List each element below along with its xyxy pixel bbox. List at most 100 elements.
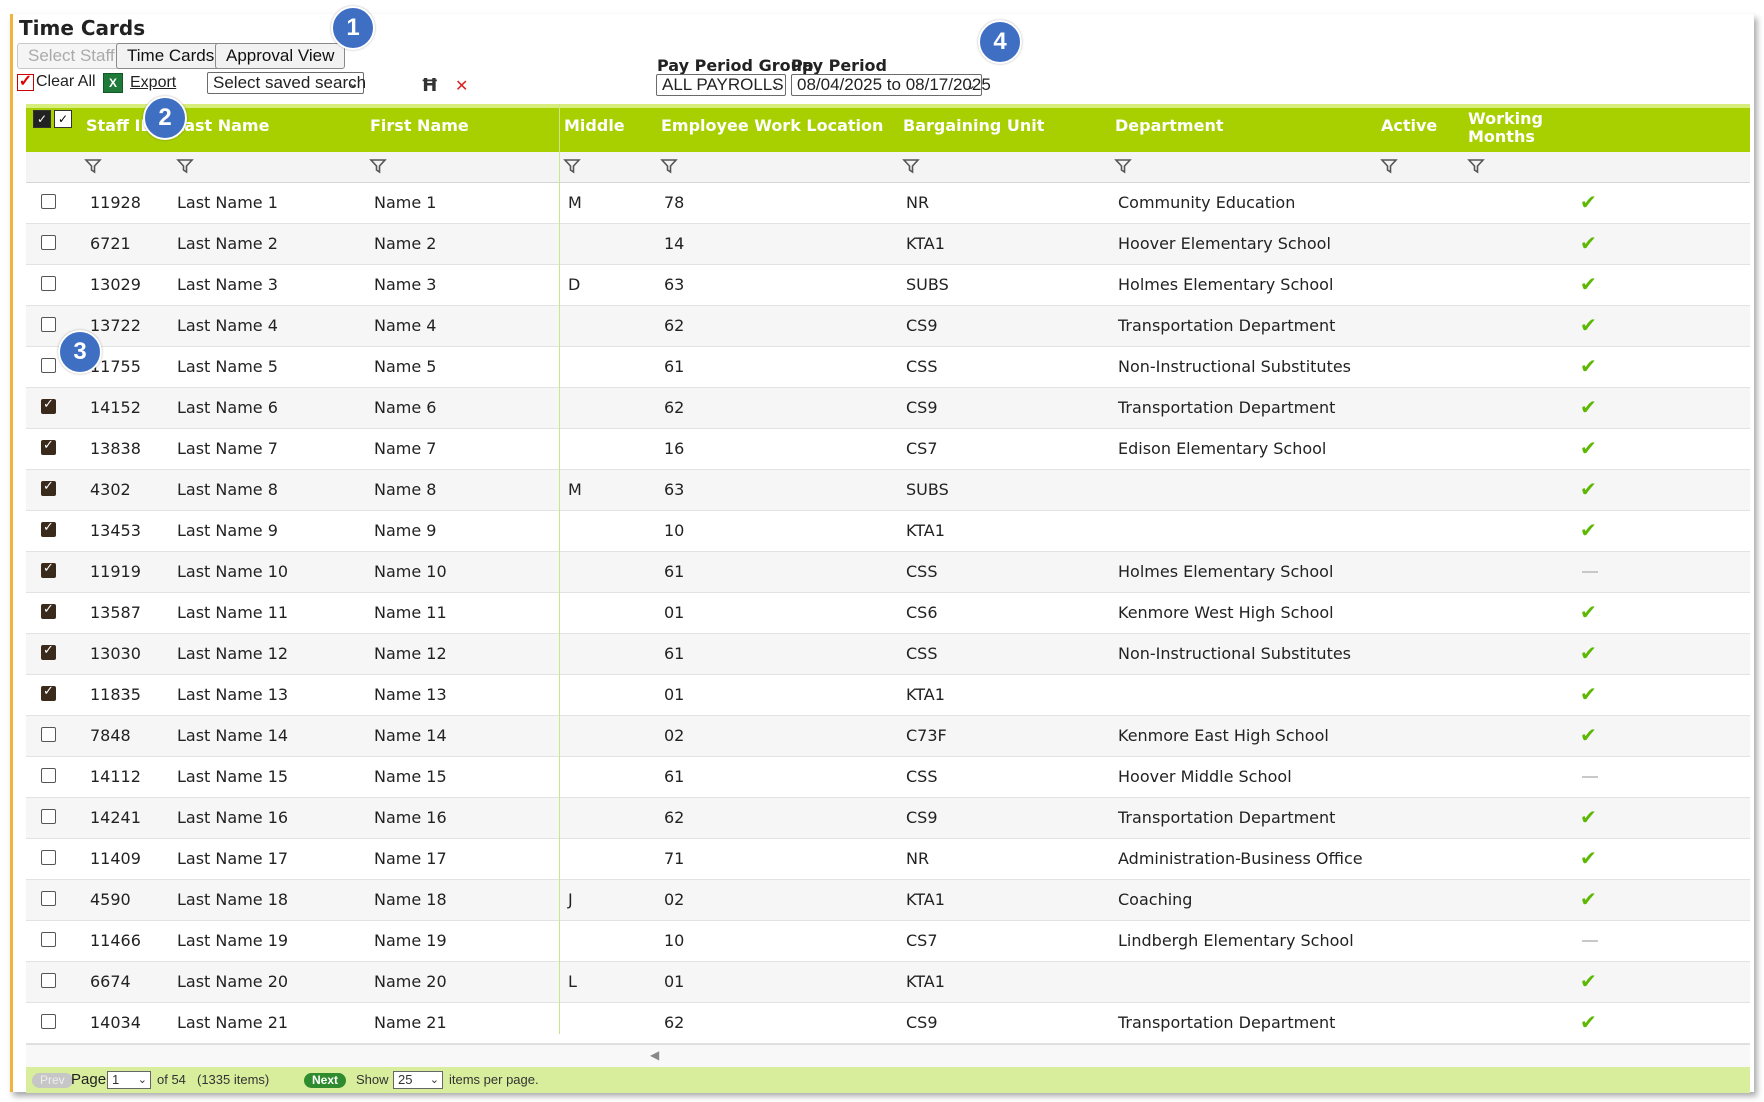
row-checkbox[interactable] <box>41 397 56 414</box>
cell-department: Kenmore West High School <box>1118 603 1334 622</box>
table-row[interactable]: 14241 Last Name 16 Name 16 62 CS9 Transportat… <box>26 798 1750 839</box>
table-row[interactable]: 13029 Last Name 3 Name 3 D 63 SUBS Holmes Elem… <box>26 265 1750 306</box>
binoculars-icon[interactable]: Ħ <box>421 75 439 96</box>
table-row[interactable]: 14112 Last Name 15 Name 15 61 CSS Hoover Midd… <box>26 757 1750 798</box>
table-row[interactable]: 13838 Last Name 7 Name 7 16 CS7 Edison Elemen… <box>26 429 1750 470</box>
col-last-name[interactable]: Last Name <box>174 116 269 135</box>
clear-filter-icon[interactable]: ✕ <box>455 76 468 95</box>
approval-view-button[interactable]: Approval View <box>215 43 346 69</box>
filter-icon[interactable] <box>660 157 678 175</box>
col-active[interactable]: Active <box>1381 116 1437 135</box>
filter-icon[interactable] <box>1380 157 1398 175</box>
filter-icon[interactable] <box>563 157 581 175</box>
page-size-select[interactable]: 25 ⌄ <box>393 1071 443 1089</box>
table-row[interactable]: 6674 Last Name 20 Name 20 L 01 KTA1 ✔ <box>26 962 1750 1003</box>
col-first-name[interactable]: First Name <box>370 116 469 135</box>
export-link[interactable]: Export <box>130 74 176 92</box>
page-select[interactable]: 1 ⌄ <box>107 1071 151 1089</box>
row-checkbox[interactable] <box>41 317 56 332</box>
col-bargaining-unit[interactable]: Bargaining Unit <box>903 116 1044 135</box>
row-checkbox[interactable] <box>41 561 56 578</box>
horizontal-scrollbar[interactable]: ◀ <box>26 1044 1750 1067</box>
time-cards-button[interactable]: Time Cards <box>116 43 226 69</box>
row-checkbox[interactable] <box>41 479 56 496</box>
cell-bargaining-unit: CSS <box>906 644 938 663</box>
table-row[interactable]: 13030 Last Name 12 Name 12 61 CSS Non-Instruc… <box>26 634 1750 675</box>
filter-icon[interactable] <box>84 157 102 175</box>
cell-staff-id: 14152 <box>90 398 141 417</box>
filter-icon[interactable] <box>176 157 194 175</box>
col-department[interactable]: Department <box>1115 116 1223 135</box>
row-checkbox[interactable] <box>41 973 56 988</box>
filter-icon[interactable] <box>1114 157 1132 175</box>
row-checkbox[interactable] <box>41 602 56 619</box>
cell-bargaining-unit: CS9 <box>906 1013 938 1032</box>
row-checkbox[interactable] <box>41 932 56 947</box>
table-row[interactable]: 11919 Last Name 10 Name 10 61 CSS Holmes Elem… <box>26 552 1750 593</box>
clear-all-control[interactable]: ✓ Clear All <box>17 73 96 91</box>
select-page-icon[interactable]: ✓ <box>54 110 72 128</box>
cell-bargaining-unit: NR <box>906 193 930 212</box>
row-checkbox[interactable] <box>41 520 56 537</box>
select-staff-button[interactable]: Select Staff <box>17 43 126 69</box>
col-working-months[interactable]: Working Months <box>1468 110 1543 146</box>
row-checkbox[interactable] <box>41 1014 56 1029</box>
table-row[interactable]: 13453 Last Name 9 Name 9 10 KTA1 ✔ <box>26 511 1750 552</box>
row-checkbox[interactable] <box>41 891 56 906</box>
table-row[interactable]: 11755 Last Name 5 Name 5 61 CSS Non-Instructi… <box>26 347 1750 388</box>
table-row[interactable]: 7848 Last Name 14 Name 14 02 C73F Kenmore Eas… <box>26 716 1750 757</box>
table-row[interactable]: 11928 Last Name 1 Name 1 M 78 NR Community Edu… <box>26 183 1750 224</box>
table-row[interactable]: 14034 Last Name 21 Name 21 62 CS9 Transportat… <box>26 1003 1750 1044</box>
table-row[interactable]: 11466 Last Name 19 Name 19 10 CS7 Lindbergh E… <box>26 921 1750 962</box>
filter-icon[interactable] <box>369 157 387 175</box>
filter-row <box>26 152 1750 183</box>
filter-icon[interactable] <box>902 157 920 175</box>
chevron-down-icon: ⌄ <box>429 1074 439 1086</box>
row-checkbox[interactable] <box>41 809 56 824</box>
row-checkbox[interactable] <box>41 727 56 742</box>
row-checkbox[interactable] <box>41 643 56 660</box>
row-checkbox[interactable] <box>41 768 56 783</box>
export-control[interactable]: X Export <box>103 73 176 93</box>
cell-bargaining-unit: CS9 <box>906 316 938 335</box>
cell-last-name: Last Name 17 <box>177 849 289 868</box>
table-row[interactable]: 13722 Last Name 4 Name 4 62 CS9 Transportatio… <box>26 306 1750 347</box>
table-row[interactable]: 11835 Last Name 13 Name 13 01 KTA1 ✔ <box>26 675 1750 716</box>
row-checkbox[interactable] <box>41 235 56 250</box>
row-checkbox[interactable] <box>41 194 56 209</box>
table-row[interactable]: 4590 Last Name 18 Name 18 J 02 KTA1 Coaching ✔ <box>26 880 1750 921</box>
table-row[interactable]: 11409 Last Name 17 Name 17 71 NR Administrati… <box>26 839 1750 880</box>
chevron-down-icon: ⌄ <box>137 1074 147 1086</box>
next-button[interactable]: Next <box>304 1073 347 1088</box>
cell-work-location: 78 <box>664 193 685 212</box>
table-row[interactable]: 4302 Last Name 8 Name 8 M 63 SUBS ✔ <box>26 470 1750 511</box>
cell-first-name: Name 4 <box>374 316 437 335</box>
row-checkbox[interactable] <box>41 684 56 701</box>
prev-button[interactable]: Prev <box>32 1073 73 1088</box>
cell-department: Holmes Elementary School <box>1118 562 1334 581</box>
filter-icon[interactable] <box>1467 157 1485 175</box>
col-middle[interactable]: Middle <box>564 116 625 135</box>
active-check-icon: ✔ <box>1580 846 1597 870</box>
row-checkbox[interactable] <box>41 850 56 865</box>
cell-last-name: Last Name 6 <box>177 398 278 417</box>
pay-period-group-select[interactable]: ALL PAYROLLS ⌄ <box>656 74 786 96</box>
active-check-icon: ✔ <box>1580 272 1597 296</box>
row-checkbox[interactable] <box>41 438 56 455</box>
table-row[interactable]: 14152 Last Name 6 Name 6 62 CS9 Transportatio… <box>26 388 1750 429</box>
cell-work-location: 14 <box>664 234 685 253</box>
cell-department: Transportation Department <box>1118 1013 1336 1032</box>
scroll-left-icon[interactable]: ◀ <box>650 1048 659 1062</box>
saved-search-select[interactable]: Select saved search ⌄ <box>207 72 366 94</box>
row-checkbox[interactable] <box>41 358 56 373</box>
cell-first-name: Name 9 <box>374 521 437 540</box>
table-row[interactable]: 13587 Last Name 11 Name 11 01 CS6 Kenmore Wes… <box>26 593 1750 634</box>
select-all-icon[interactable]: ✓ <box>33 110 51 128</box>
pay-period-select[interactable]: 08/04/2025 to 08/17/2025 ⌄ <box>791 74 991 96</box>
cell-last-name: Last Name 19 <box>177 931 289 950</box>
cell-first-name: Name 13 <box>374 685 447 704</box>
col-working-months-line2: Months <box>1468 127 1535 146</box>
row-checkbox[interactable] <box>41 276 56 291</box>
col-work-location[interactable]: Employee Work Location <box>661 116 883 135</box>
table-row[interactable]: 6721 Last Name 2 Name 2 14 KTA1 Hoover Elemen… <box>26 224 1750 265</box>
